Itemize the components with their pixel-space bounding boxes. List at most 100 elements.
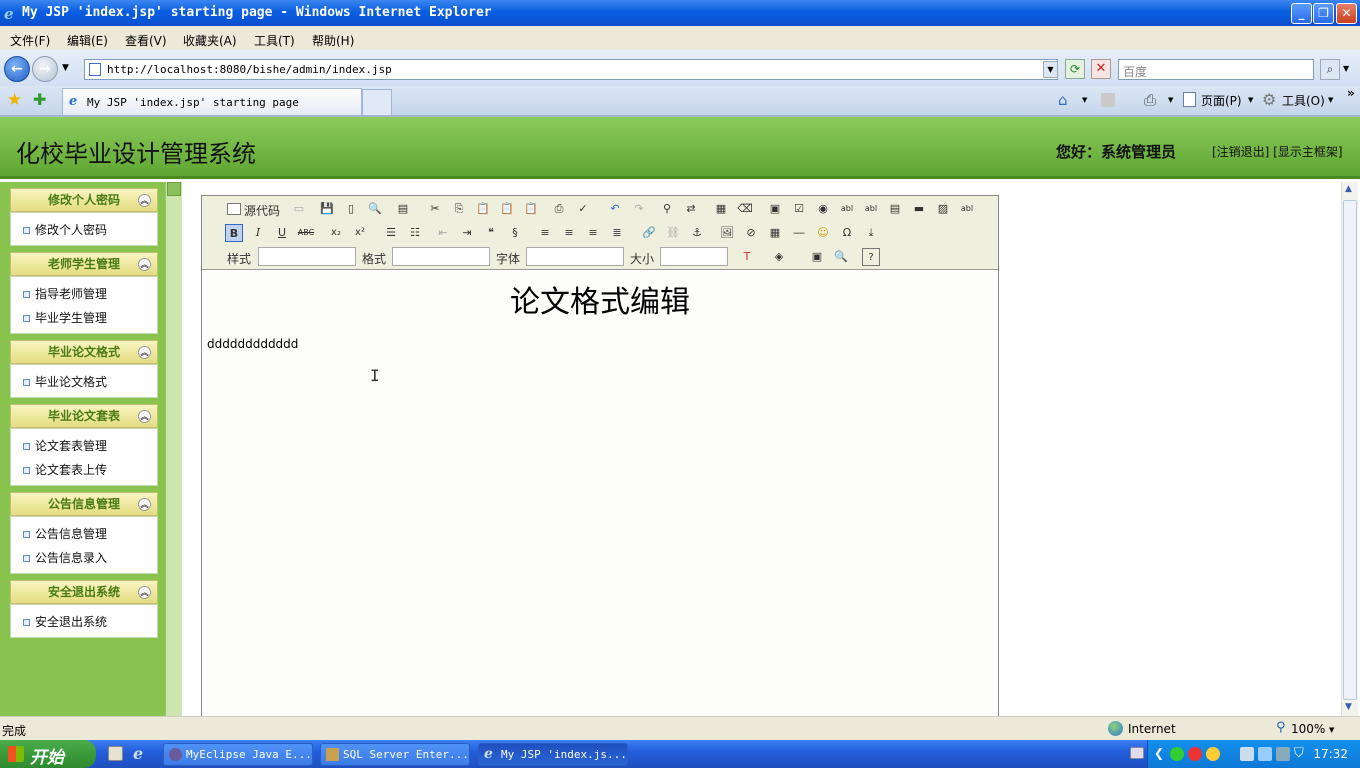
group-header[interactable]: 老师学生管理 ︽	[10, 252, 158, 276]
menu-tools[interactable]: 工具(T)	[254, 32, 295, 49]
special-char-icon[interactable]: Ω	[838, 224, 856, 242]
menu-edit[interactable]: 编辑(E)	[67, 32, 108, 49]
splitter-toggle[interactable]	[167, 182, 181, 196]
favorites-star-icon[interactable]: ★	[7, 90, 22, 110]
sidebar-item-forms-manage[interactable]: 论文套表管理	[11, 433, 157, 457]
tray-network-icon[interactable]	[1258, 747, 1272, 761]
back-button[interactable]: ←	[4, 56, 30, 82]
superscript-icon[interactable]: x²	[351, 224, 369, 242]
size-select[interactable]	[660, 247, 728, 266]
strikethrough-icon[interactable]: ABC	[297, 224, 315, 242]
tray-chat-icon[interactable]	[1206, 747, 1220, 761]
about-icon[interactable]: ?	[862, 248, 880, 266]
scroll-thumb[interactable]	[1343, 200, 1357, 700]
text-color-icon[interactable]: T	[738, 248, 756, 266]
menu-favorites[interactable]: 收藏夹(A)	[183, 32, 237, 49]
stop-icon[interactable]: ✕	[1091, 59, 1111, 79]
tray-shield-icon[interactable]: ⛉	[1294, 746, 1304, 761]
search-input[interactable]: 百度	[1118, 59, 1314, 80]
sidebar-item-announce-manage[interactable]: 公告信息管理	[11, 521, 157, 545]
scroll-down-icon[interactable]: ▼	[1345, 702, 1352, 712]
smiley-icon[interactable]: ☺	[814, 224, 832, 242]
taskbar-ie[interactable]: e My JSP 'index.js...	[478, 743, 628, 766]
checkbox-icon[interactable]: ☑	[790, 200, 808, 218]
button-field-icon[interactable]: ▬	[910, 200, 928, 218]
search-options-icon[interactable]: ▼	[1343, 64, 1349, 73]
sidebar-item-forms-upload[interactable]: 论文套表上传	[11, 457, 157, 481]
more-chevron-icon[interactable]: »	[1347, 86, 1355, 100]
menu-file[interactable]: 文件(F)	[10, 32, 50, 49]
align-justify-icon[interactable]: ≣	[608, 224, 626, 242]
radio-icon[interactable]: ◉	[814, 200, 832, 218]
zoom-dropdown-icon[interactable]: ▼	[1329, 726, 1334, 734]
unordered-list-icon[interactable]: ☷	[406, 224, 424, 242]
align-left-icon[interactable]: ≡	[536, 224, 554, 242]
paste-word-icon[interactable]: 📋	[522, 200, 540, 218]
subscript-icon[interactable]: x₂	[327, 224, 345, 242]
paste-text-icon[interactable]: 📋	[498, 200, 516, 218]
find-icon[interactable]: ⚲	[658, 200, 676, 218]
anchor-icon[interactable]: ⚓	[688, 224, 706, 242]
print-icon-editor[interactable]: ⎙	[550, 200, 568, 218]
taskbar-sqlserver[interactable]: SQL Server Enter...	[320, 743, 470, 766]
start-button[interactable]: 开始	[0, 740, 96, 768]
textfield-icon[interactable]: abl	[838, 200, 856, 218]
sidebar-item-announce-entry[interactable]: 公告信息录入	[11, 545, 157, 569]
maximize-button[interactable]: ❐	[1313, 3, 1334, 24]
address-input[interactable]: http://localhost:8080/bishe/admin/index.…	[84, 59, 1058, 80]
print-icon[interactable]: ⎙	[1144, 91, 1156, 109]
maximize-editor-icon[interactable]: ▣	[808, 248, 826, 266]
forward-button[interactable]: →	[32, 56, 58, 82]
bold-icon[interactable]: B	[225, 224, 243, 242]
preview-icon[interactable]: ▭	[290, 200, 308, 218]
group-header[interactable]: 安全退出系统 ︽	[10, 580, 158, 604]
indent-icon[interactable]: ⇥	[458, 224, 476, 242]
tools-dropdown-icon[interactable]: ▼	[1328, 96, 1333, 104]
group-header[interactable]: 毕业论文格式 ︽	[10, 340, 158, 364]
history-dropdown-icon[interactable]: ▼	[62, 63, 69, 73]
frame-splitter[interactable]	[165, 182, 182, 717]
save-icon[interactable]: 💾	[318, 200, 336, 218]
add-favorite-icon[interactable]: ✚	[33, 90, 46, 109]
cut-icon[interactable]: ✂	[426, 200, 444, 218]
spellcheck-icon[interactable]: ✓	[574, 200, 592, 218]
group-header[interactable]: 毕业论文套表 ︽	[10, 404, 158, 428]
blockquote-icon[interactable]: ❝	[482, 224, 500, 242]
font-select[interactable]	[526, 247, 624, 266]
header-links[interactable]: [注销退出] [显示主框架]	[1212, 143, 1343, 160]
paste-icon[interactable]: 📋	[474, 200, 492, 218]
new-page-icon[interactable]: ▯	[342, 200, 360, 218]
ordered-list-icon[interactable]: ☰	[382, 224, 400, 242]
collapse-icon[interactable]: ︽	[138, 586, 151, 599]
select-field-icon[interactable]: ▤	[886, 200, 904, 218]
zoom-level[interactable]: 100%	[1291, 722, 1325, 736]
sidebar-item-teachers[interactable]: 指导老师管理	[11, 281, 157, 305]
collapse-icon[interactable]: ︽	[138, 410, 151, 423]
remove-format-icon[interactable]: ⌫	[736, 200, 754, 218]
image-icon[interactable]: 🖼	[718, 224, 736, 242]
redo-icon[interactable]: ↷	[630, 200, 648, 218]
table-icon[interactable]: ▦	[766, 224, 784, 242]
textarea-icon[interactable]: abl	[862, 200, 880, 218]
sidebar-item-change-password[interactable]: 修改个人密码	[11, 217, 157, 241]
refresh-icon[interactable]: ⟳	[1065, 59, 1085, 79]
close-button[interactable]: ✕	[1336, 3, 1357, 24]
keyboard-icon[interactable]	[1130, 747, 1144, 759]
link-icon[interactable]: 🔗	[640, 224, 658, 242]
templates-icon[interactable]: ▤	[394, 200, 412, 218]
home-dropdown-icon[interactable]: ▼	[1082, 96, 1087, 104]
underline-icon[interactable]: U	[273, 224, 291, 242]
group-header[interactable]: 修改个人密码 ︽	[10, 188, 158, 212]
collapse-icon[interactable]: ︽	[138, 194, 151, 207]
scroll-up-icon[interactable]: ▲	[1345, 184, 1352, 194]
tray-app-icon[interactable]	[1170, 747, 1184, 761]
sidebar-item-logout[interactable]: 安全退出系统	[11, 609, 157, 633]
tray-display-icon[interactable]	[1276, 747, 1290, 761]
editor-content-area[interactable]: 论文格式编辑 dddddddddddd I	[202, 271, 998, 716]
show-desktop-icon[interactable]	[108, 746, 123, 761]
hidden-field-icon[interactable]: abl	[958, 200, 976, 218]
format-select[interactable]	[392, 247, 490, 266]
select-all-icon[interactable]: ▦	[712, 200, 730, 218]
horizontal-rule-icon[interactable]: ―	[790, 224, 808, 242]
new-tab-button[interactable]	[362, 89, 392, 115]
